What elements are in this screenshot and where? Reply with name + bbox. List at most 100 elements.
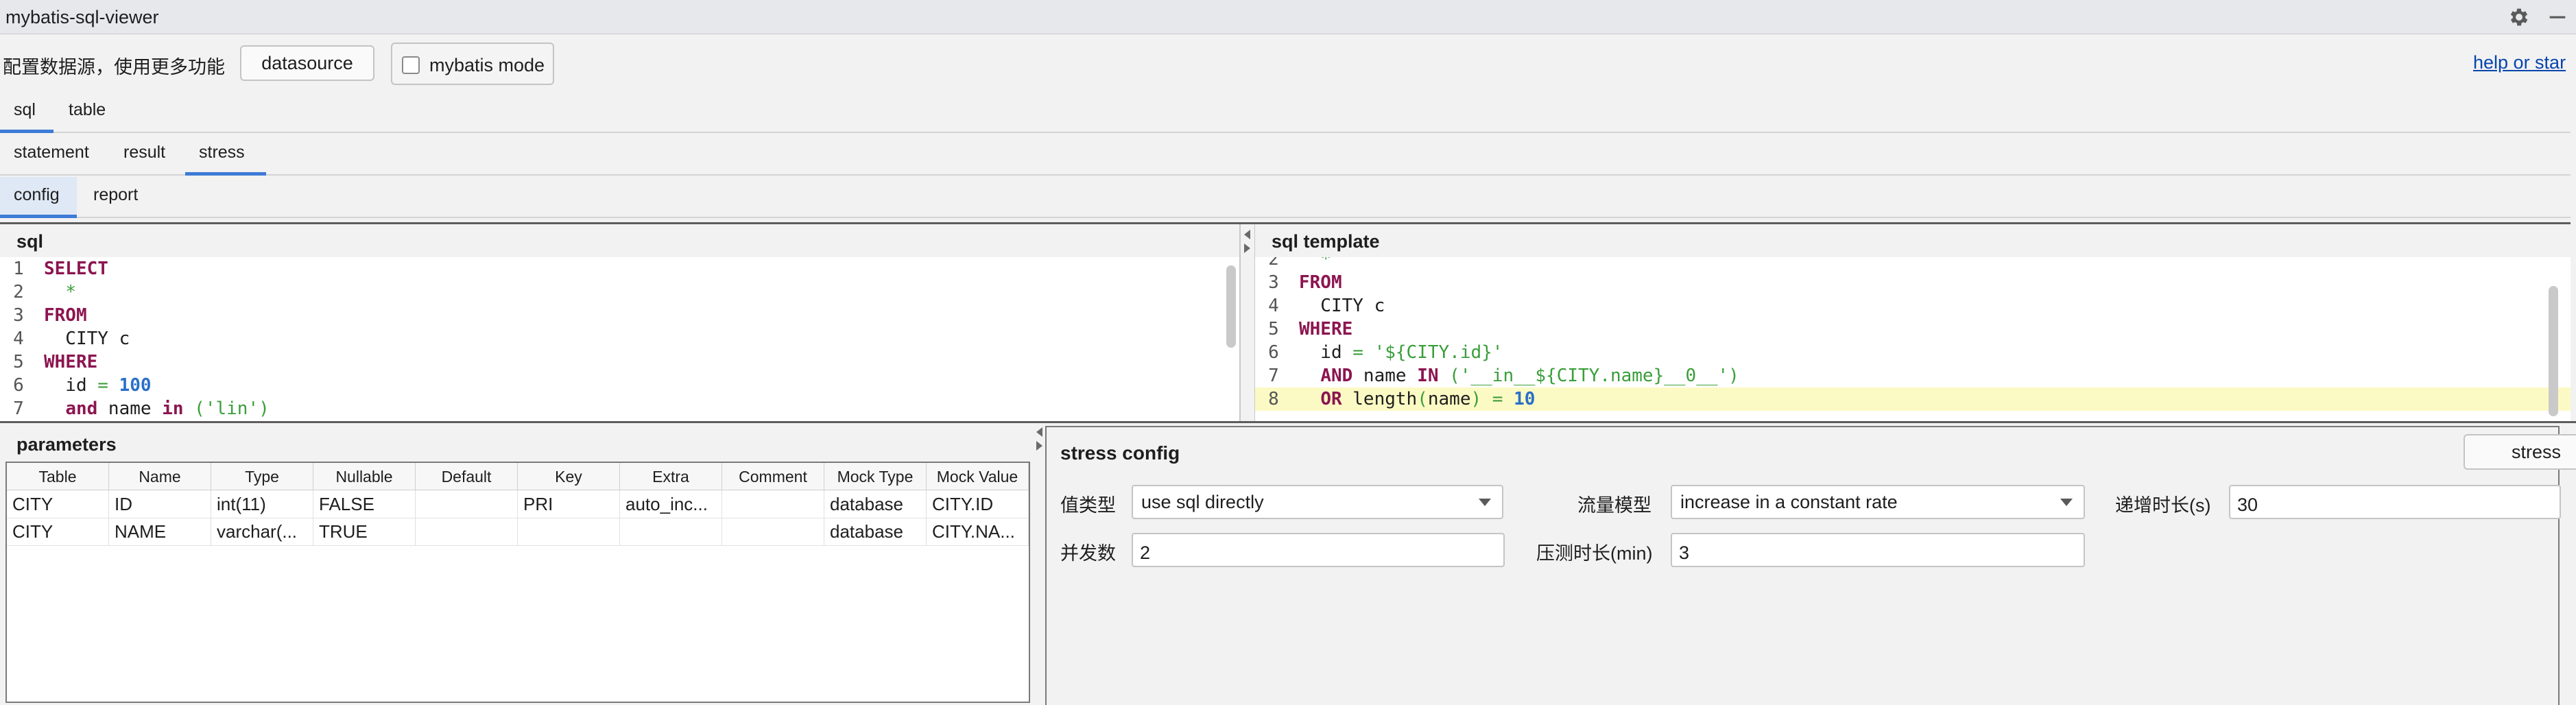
table-cell[interactable]: TRUE xyxy=(313,518,416,545)
tab-result[interactable]: result xyxy=(110,134,185,176)
line-number: 5 xyxy=(1268,319,1279,339)
tab-stress[interactable]: stress xyxy=(185,134,266,176)
table-cell[interactable]: CITY.ID xyxy=(927,490,1029,518)
value-type-select[interactable]: use sql directly xyxy=(1132,485,1503,519)
concurrency-label: 并发数 xyxy=(1060,543,1116,564)
sql-code-editor[interactable]: 1 SELECT 2 * 3 FROM 4 CITY c 5 WHERE 6 id =… xyxy=(0,257,1239,423)
chevron-down-icon xyxy=(2060,499,2073,506)
traffic-model-select[interactable]: increase in a constant rate xyxy=(1671,485,2085,519)
column-header[interactable]: Mock Type xyxy=(824,463,927,490)
ramp-duration-input[interactable] xyxy=(2229,485,2561,519)
sql-editor-pane: sql 1 SELECT 2 * 3 FROM 4 CITY c 5 WHERE 6 … xyxy=(0,224,1240,423)
table-cell[interactable]: NAME xyxy=(109,518,211,545)
code-line: id = '${CITY.id}' xyxy=(1299,342,1503,363)
help-or-star-link[interactable]: help or star xyxy=(2473,52,2566,73)
tab-statement[interactable]: statement xyxy=(0,134,107,176)
top-toolbar: 配置数据源，使用更多功能 datasource mybatis mode hel… xyxy=(0,34,2576,92)
lower-splitter[interactable] xyxy=(1033,423,1045,705)
stress-button[interactable]: stress xyxy=(2464,434,2576,470)
title-bar: mybatis-sql-viewer xyxy=(0,0,2576,34)
table-cell[interactable]: varchar(... xyxy=(211,518,313,545)
table-cell[interactable]: CITY xyxy=(7,518,109,545)
line-number: 7 xyxy=(1268,366,1279,386)
sql-sub-tab-bar: statement result stress xyxy=(0,134,2571,176)
sql-pane-title: sql xyxy=(0,224,1239,257)
table-cell[interactable] xyxy=(722,490,824,518)
collapse-left-icon[interactable] xyxy=(1036,427,1042,437)
column-header[interactable]: Type xyxy=(211,463,313,490)
line-number: 3 xyxy=(13,305,24,326)
sql-template-pane: sql template 2 * 3 FROM 4 CITY c 5 WHERE 6… xyxy=(1255,224,2571,423)
tab-config[interactable]: config xyxy=(0,177,77,218)
table-cell[interactable]: database xyxy=(824,518,927,545)
collapse-right-icon[interactable] xyxy=(1036,441,1042,451)
table-cell[interactable]: ID xyxy=(109,490,211,518)
code-line: FROM xyxy=(44,305,87,326)
concurrency-input[interactable] xyxy=(1132,533,1505,567)
line-number: 3 xyxy=(1268,272,1279,293)
stress-config-pane: stress config stress 值类型 use sql directl… xyxy=(1045,426,2576,705)
mybatis-mode-label: mybatis mode xyxy=(429,55,545,75)
editor-splitter[interactable] xyxy=(1240,224,1255,423)
test-duration-input[interactable] xyxy=(1671,533,2085,567)
sql-template-title: sql template xyxy=(1255,224,2571,257)
table-cell[interactable]: PRI xyxy=(518,490,620,518)
table-cell[interactable] xyxy=(416,490,518,518)
line-number: 2 xyxy=(13,282,24,302)
line-number: 6 xyxy=(1268,342,1279,363)
collapse-right-icon[interactable] xyxy=(1244,243,1250,253)
line-number: 4 xyxy=(1268,296,1279,316)
table-cell[interactable] xyxy=(416,518,518,545)
code-line: FROM xyxy=(1299,272,1342,293)
value-type-value: use sql directly xyxy=(1141,492,1264,512)
sql-editors-area: sql 1 SELECT 2 * 3 FROM 4 CITY c 5 WHERE 6 … xyxy=(0,222,2571,423)
gear-icon[interactable] xyxy=(2507,5,2531,29)
lower-area: parameters Table Name Type Nullable Defa… xyxy=(0,421,2576,705)
line-number: 1 xyxy=(13,259,24,279)
value-type-label: 值类型 xyxy=(1060,495,1116,516)
table-cell[interactable] xyxy=(518,518,620,545)
line-number: 4 xyxy=(13,328,24,349)
parameters-table[interactable]: Table Name Type Nullable Default Key Ext… xyxy=(5,462,1030,703)
collapse-left-icon[interactable] xyxy=(1244,230,1250,239)
table-cell[interactable]: auto_inc... xyxy=(620,490,722,518)
column-header[interactable]: Table xyxy=(7,463,109,490)
column-header[interactable]: Mock Value xyxy=(927,463,1029,490)
column-header[interactable]: Key xyxy=(518,463,620,490)
main-tab-bar: sql table xyxy=(0,92,2571,133)
test-duration-label: 压测时长(min) xyxy=(1536,543,1653,564)
column-header[interactable]: Name xyxy=(109,463,211,490)
code-line: WHERE xyxy=(1299,319,1353,339)
sql-template-editor[interactable]: 2 * 3 FROM 4 CITY c 5 WHERE 6 id = '${CITY… xyxy=(1255,257,2571,423)
sql-template-scrollbar[interactable] xyxy=(2549,286,2558,416)
table-cell[interactable] xyxy=(620,518,722,545)
table-cell[interactable]: database xyxy=(824,490,927,518)
table-cell[interactable]: CITY xyxy=(7,490,109,518)
column-header[interactable]: Extra xyxy=(620,463,722,490)
table-cell[interactable]: FALSE xyxy=(313,490,416,518)
table-cell[interactable]: CITY.NA... xyxy=(927,518,1029,545)
row-divider xyxy=(7,545,1029,546)
code-line: id = 100 xyxy=(44,375,152,396)
sql-editor-scrollbar[interactable] xyxy=(1226,265,1236,348)
window-title: mybatis-sql-viewer xyxy=(5,7,159,27)
line-number: 6 xyxy=(13,375,24,396)
datasource-button[interactable]: datasource xyxy=(240,45,374,81)
tab-sql[interactable]: sql xyxy=(0,92,53,133)
ramp-duration-label: 递增时长(s) xyxy=(2115,495,2211,516)
checkbox-box[interactable] xyxy=(402,56,420,74)
column-header[interactable]: Nullable xyxy=(313,463,416,490)
line-number: 7 xyxy=(13,398,24,419)
column-header[interactable]: Comment xyxy=(722,463,824,490)
table-cell[interactable]: int(11) xyxy=(211,490,313,518)
tab-report[interactable]: report xyxy=(80,177,162,218)
config-datasource-hint: 配置数据源，使用更多功能 xyxy=(3,57,225,77)
column-header[interactable]: Default xyxy=(416,463,518,490)
table-cell[interactable] xyxy=(722,518,824,545)
minimize-icon[interactable] xyxy=(2546,5,2569,29)
mybatis-mode-checkbox[interactable]: mybatis mode xyxy=(391,43,554,85)
code-line: SELECT xyxy=(44,259,108,279)
stress-config-title: stress config xyxy=(1060,442,1180,464)
tab-table[interactable]: table xyxy=(55,92,123,133)
code-line: WHERE xyxy=(44,352,98,372)
